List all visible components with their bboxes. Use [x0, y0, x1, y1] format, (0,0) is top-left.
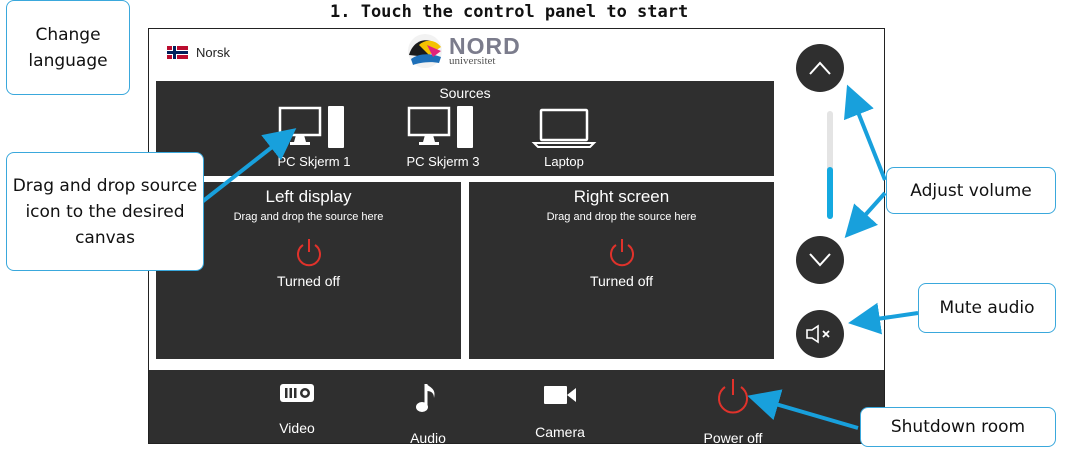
callout-change-language: Change language — [6, 0, 130, 95]
toolbar-label: Camera — [535, 424, 585, 440]
source-pc-skjerm-3[interactable]: PC Skjerm 3 — [388, 106, 498, 169]
display-status: Turned off — [276, 273, 341, 289]
toolbar-label: Power off — [703, 430, 763, 444]
norway-flag-icon — [167, 46, 188, 59]
control-panel: Norsk NORD universitet Sources PC Skjerm… — [148, 28, 885, 444]
power-icon[interactable] — [293, 237, 325, 269]
logo-word: NORD — [449, 33, 521, 59]
volume-down-button[interactable] — [796, 236, 844, 284]
chevron-down-icon — [809, 253, 831, 267]
sources-panel: Sources PC Skjerm 1 PC Skjerm 3 Laptop — [156, 81, 774, 176]
projector-icon — [280, 384, 314, 402]
language-selector[interactable]: Norsk — [167, 45, 230, 60]
audio-button[interactable]: Audio — [373, 380, 483, 444]
pc-monitor-icon — [407, 106, 473, 148]
camera-icon — [544, 386, 576, 404]
source-label: PC Skjerm 3 — [406, 154, 480, 169]
source-label: Laptop — [544, 154, 584, 169]
toolbar-label: Audio — [410, 430, 446, 444]
video-button[interactable]: Video — [242, 380, 352, 436]
camera-button[interactable]: Camera — [505, 380, 615, 440]
power-icon — [718, 379, 748, 414]
power-off-button[interactable]: Power off — [678, 376, 788, 444]
music-note-icon — [416, 384, 435, 412]
callout-drag-drop: Drag and drop source icon to the desired… — [6, 152, 204, 271]
right-screen-canvas[interactable]: Right screen Drag and drop the source he… — [469, 182, 774, 359]
nord-logo-icon — [408, 34, 442, 68]
display-status: Turned off — [589, 273, 654, 289]
source-laptop[interactable]: Laptop — [509, 106, 619, 169]
mute-button[interactable] — [796, 310, 844, 358]
volume-level — [827, 167, 833, 219]
volume-slider[interactable] — [827, 111, 833, 219]
source-pc-skjerm-1[interactable]: PC Skjerm 1 — [259, 106, 369, 169]
toolbar-label: Video — [279, 420, 315, 436]
volume-up-button[interactable] — [796, 44, 844, 92]
display-title: Right screen — [573, 187, 670, 206]
callout-shutdown-room: Shutdown room — [860, 407, 1056, 447]
nord-logo: NORD universitet — [405, 33, 521, 69]
display-hint: Drag and drop the source here — [546, 211, 697, 223]
sources-title: Sources — [439, 85, 491, 101]
instruction-heading: 1. Touch the control panel to start — [330, 2, 689, 22]
power-icon[interactable] — [606, 237, 638, 269]
speaker-mute-icon — [806, 324, 830, 344]
chevron-up-icon — [809, 61, 831, 75]
bottom-toolbar: Video Audio Camera Power off — [149, 370, 884, 444]
callout-mute-audio: Mute audio — [918, 283, 1056, 333]
pc-monitor-icon — [278, 106, 344, 148]
source-label: PC Skjerm 1 — [277, 154, 351, 169]
laptop-icon — [531, 108, 597, 148]
language-label: Norsk — [196, 45, 230, 60]
callout-adjust-volume: Adjust volume — [886, 167, 1056, 214]
